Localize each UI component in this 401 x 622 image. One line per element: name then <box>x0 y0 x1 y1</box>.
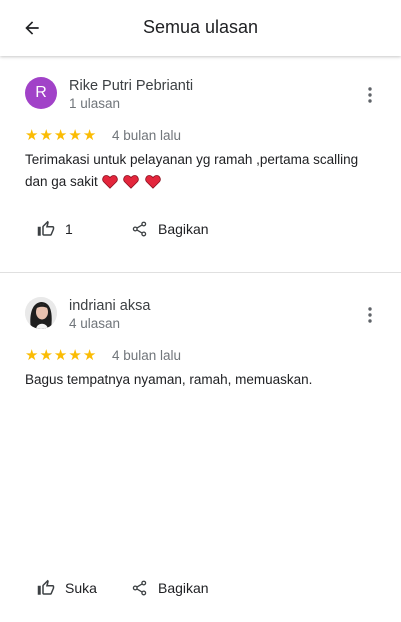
star-icon: ★ <box>39 127 53 144</box>
share-button[interactable]: Bagikan <box>131 579 209 597</box>
avatar[interactable]: R <box>25 77 57 109</box>
more-vert-icon <box>368 307 372 323</box>
review-text: Terimakasi untuk pelayanan yg ramah ,per… <box>25 149 380 193</box>
review-date: 4 bulan lalu <box>112 348 182 363</box>
avatar-photo <box>25 297 57 329</box>
like-count: 1 <box>65 221 73 237</box>
review-text-body: Terimakasi untuk pelayanan yg ramah ,per… <box>25 152 359 189</box>
review-count: 4 ulasan <box>69 316 121 331</box>
review-count: 1 ulasan <box>69 96 121 111</box>
more-vert-icon <box>368 87 372 103</box>
more-options-button[interactable] <box>360 303 380 327</box>
star-icon: ★ <box>25 127 39 144</box>
star-icon: ★ <box>82 347 97 364</box>
heart-icon <box>145 175 161 189</box>
star-icon: ★ <box>53 347 68 364</box>
reviewer-name[interactable]: indriani aksa <box>69 298 150 314</box>
app-bar: Semua ulasan <box>0 0 401 56</box>
heart-emoji-group <box>101 174 164 189</box>
divider <box>0 272 401 273</box>
star-icon: ★ <box>25 347 39 364</box>
heart-icon <box>101 175 118 189</box>
share-button[interactable]: Bagikan <box>131 220 209 238</box>
star-icon: ★ <box>68 347 82 364</box>
heart-icon <box>123 175 140 189</box>
reviewer-name[interactable]: Rike Putri Pebrianti <box>69 78 193 94</box>
thumbs-up-icon <box>37 579 55 595</box>
avatar[interactable] <box>25 297 57 329</box>
like-button[interactable]: 1 <box>37 220 73 238</box>
star-icon: ★ <box>82 127 97 144</box>
share-label: Bagikan <box>158 221 209 237</box>
like-button[interactable]: Suka <box>37 579 97 597</box>
more-options-button[interactable] <box>360 83 380 107</box>
page-title: Semua ulasan <box>142 17 259 37</box>
share-label: Bagikan <box>158 580 209 596</box>
star-icon: ★ <box>68 127 82 144</box>
star-rating: ★ ★ ★ ★ ★ <box>25 128 96 143</box>
star-icon: ★ <box>53 127 68 144</box>
star-rating: ★ ★ ★ ★ ★ <box>25 348 96 363</box>
like-label: Suka <box>65 580 97 596</box>
share-icon <box>132 580 147 596</box>
share-icon <box>132 221 147 237</box>
review-date: 4 bulan lalu <box>112 128 182 143</box>
thumbs-up-icon <box>37 220 55 236</box>
star-icon: ★ <box>39 347 53 364</box>
review-text: Bagus tempatnya nyaman, ramah, memuaskan… <box>25 372 313 387</box>
